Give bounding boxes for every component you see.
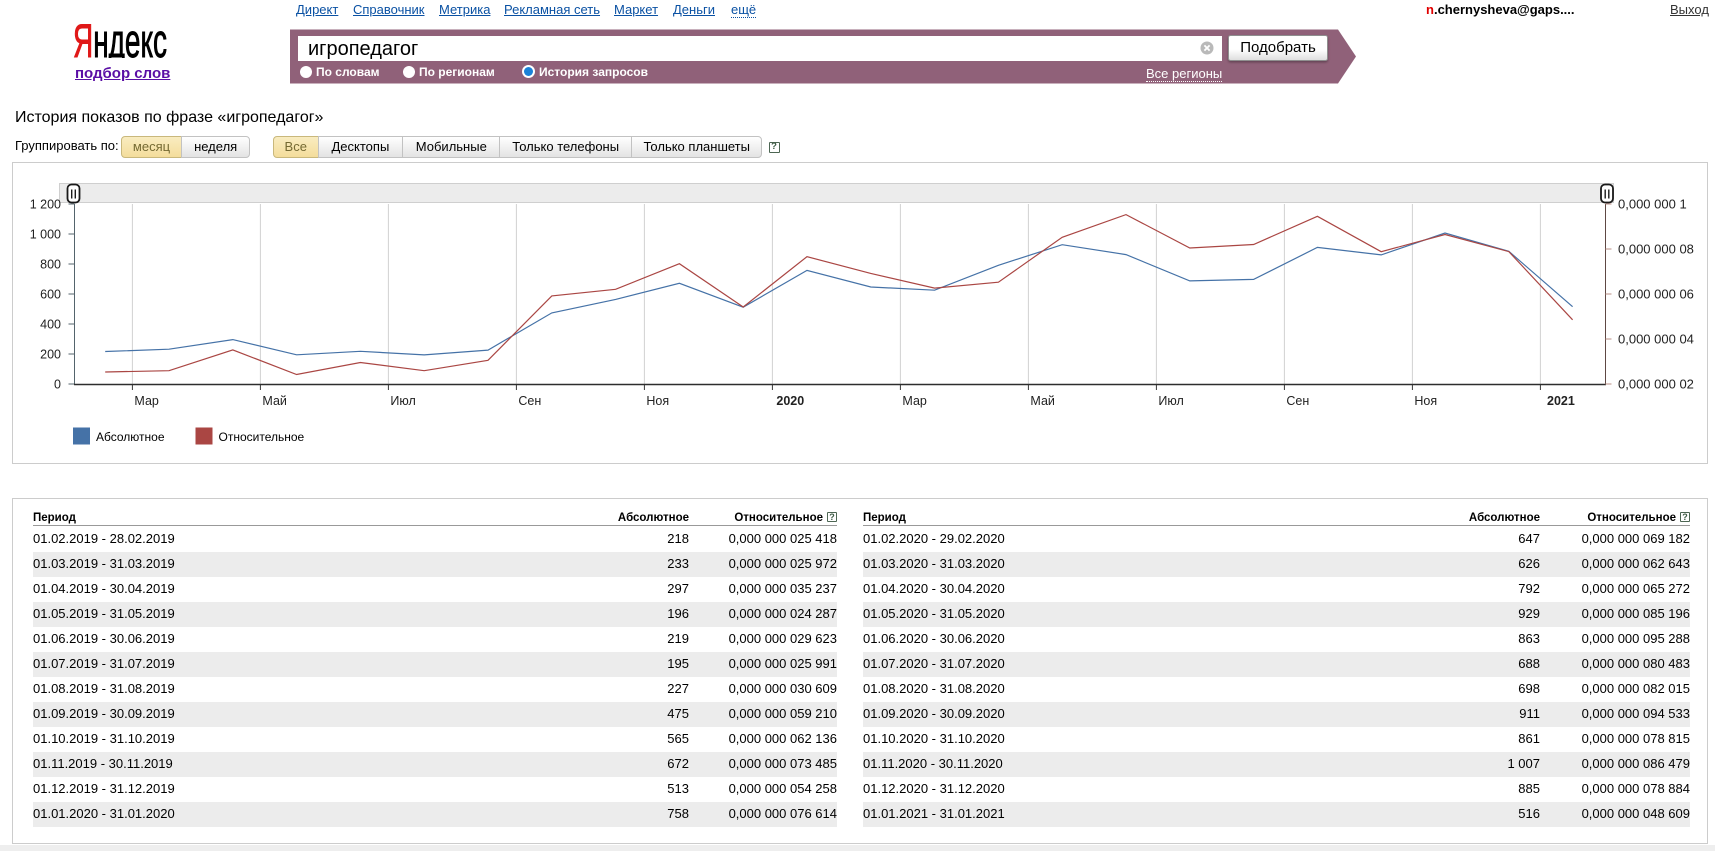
svg-text:Сен: Сен	[1286, 394, 1309, 408]
svg-text:0,000 000 08: 0,000 000 08	[1618, 242, 1694, 257]
svg-text:Мар: Мар	[134, 394, 159, 408]
svg-text:Ноя: Ноя	[646, 394, 669, 408]
svg-text:200: 200	[40, 348, 61, 362]
svg-text:Июл: Июл	[1158, 394, 1183, 408]
svg-text:2021: 2021	[1547, 394, 1575, 408]
svg-text:Относительное: Относительное	[219, 430, 305, 444]
svg-text:0,000 000 04: 0,000 000 04	[1618, 332, 1694, 347]
svg-text:Сен: Сен	[518, 394, 541, 408]
svg-text:0,000 000 02: 0,000 000 02	[1618, 377, 1694, 392]
svg-text:0,000 000 1: 0,000 000 1	[1618, 197, 1687, 212]
svg-text:2020: 2020	[776, 394, 804, 408]
svg-text:Июл: Июл	[390, 394, 415, 408]
svg-text:400: 400	[40, 318, 61, 332]
svg-text:Ноя: Ноя	[1414, 394, 1437, 408]
svg-text:Абсолютное: Абсолютное	[96, 430, 165, 444]
svg-text:0,000 000 06: 0,000 000 06	[1618, 287, 1694, 302]
svg-text:Яндекс: Яндекс	[73, 18, 167, 58]
svg-text:1 000: 1 000	[30, 228, 61, 242]
svg-text:Май: Май	[1030, 394, 1055, 408]
svg-text:Мар: Мар	[902, 394, 927, 408]
svg-text:Май: Май	[262, 394, 287, 408]
svg-text:800: 800	[40, 258, 61, 272]
svg-text:1 200: 1 200	[30, 198, 61, 212]
svg-text:600: 600	[40, 288, 61, 302]
svg-text:0: 0	[54, 378, 61, 392]
